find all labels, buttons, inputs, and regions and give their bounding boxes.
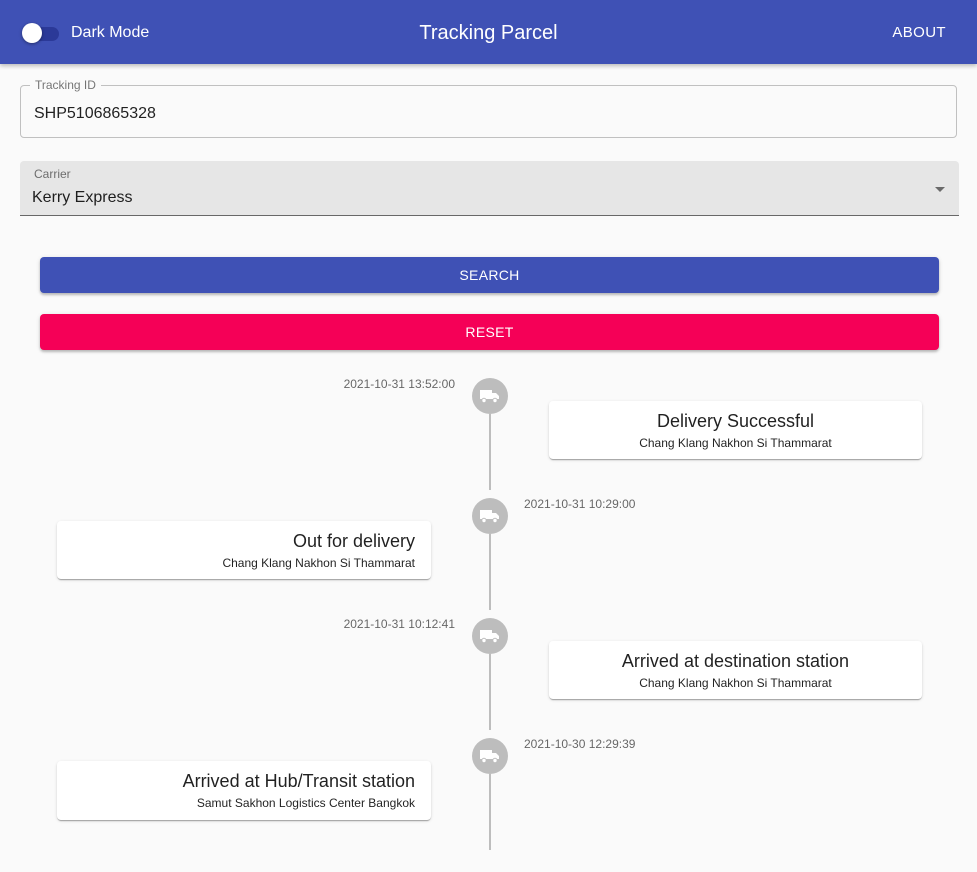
timeline-dot <box>472 498 508 534</box>
timeline-location: Chang Klang Nakhon Si Thammarat <box>639 436 832 450</box>
timeline-timestamp: 2021-10-31 10:29:00 <box>524 497 636 511</box>
truck-icon <box>480 630 499 643</box>
timeline-connector <box>489 414 491 490</box>
timeline-card: Arrived at Hub/Transit station Samut Sak… <box>57 761 431 820</box>
tracking-id-input[interactable]: SHP5106865328 <box>34 104 156 123</box>
tracking-id-field[interactable]: Tracking ID SHP5106865328 <box>20 78 957 138</box>
dropdown-arrow-icon[interactable] <box>935 187 945 192</box>
timeline-dot <box>472 738 508 774</box>
search-button[interactable]: SEARCH <box>40 257 939 293</box>
timeline-location: Samut Sakhon Logistics Center Bangkok <box>196 796 415 810</box>
switch-thumb[interactable] <box>22 23 42 43</box>
timeline-dot <box>472 618 508 654</box>
tracking-id-label: Tracking ID <box>30 78 101 92</box>
about-button[interactable]: ABOUT <box>892 24 946 41</box>
timeline-status: Out for delivery <box>292 531 415 551</box>
timeline-connector <box>489 654 491 730</box>
timeline-card: Arrived at destination station Chang Kla… <box>549 641 922 699</box>
timeline-connector <box>489 534 491 610</box>
timeline-status: Arrived at destination station <box>621 651 850 671</box>
truck-icon <box>480 390 499 403</box>
timeline-status: Arrived at Hub/Transit station <box>182 771 415 791</box>
truck-icon <box>480 510 499 523</box>
timeline-timestamp: 2021-10-31 10:12:41 <box>343 617 455 631</box>
timeline-location: Chang Klang Nakhon Si Thammarat <box>222 556 415 570</box>
timeline-card: Out for delivery Chang Klang Nakhon Si T… <box>57 521 431 579</box>
timeline-timestamp: 2021-10-30 12:29:39 <box>524 737 636 751</box>
timeline-card: Delivery Successful Chang Klang Nakhon S… <box>549 401 922 459</box>
reset-button[interactable]: RESET <box>40 314 939 350</box>
carrier-value[interactable]: Kerry Express <box>32 188 132 207</box>
dark-mode-switch[interactable] <box>21 22 61 44</box>
app-bar: Dark Mode Tracking Parcel ABOUT <box>0 0 977 64</box>
timeline-connector <box>489 774 491 850</box>
carrier-label: Carrier <box>34 167 71 181</box>
carrier-select[interactable]: Carrier Kerry Express <box>20 161 959 216</box>
timeline-dot <box>472 378 508 414</box>
dark-mode-label: Dark Mode <box>71 24 150 41</box>
timeline-timestamp: 2021-10-31 13:52:00 <box>343 377 455 391</box>
timeline-status: Delivery Successful <box>656 411 815 431</box>
truck-icon <box>480 750 499 763</box>
timeline-location: Chang Klang Nakhon Si Thammarat <box>639 676 832 690</box>
